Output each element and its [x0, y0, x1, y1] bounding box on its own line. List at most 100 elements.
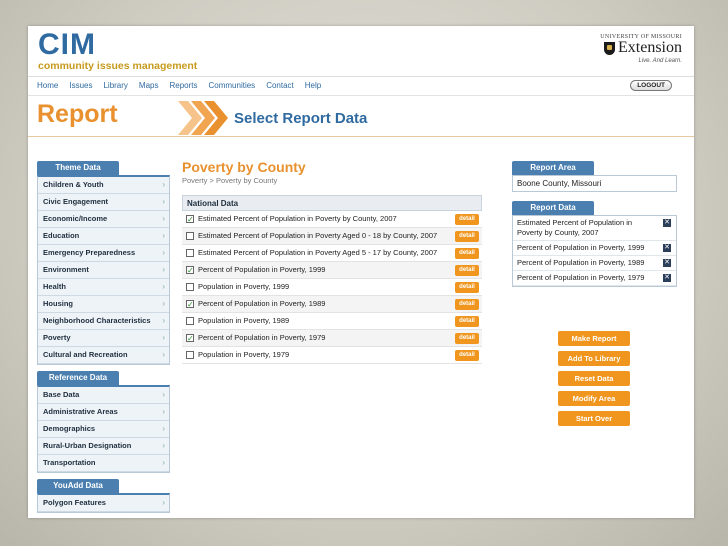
right-panel: Report Area Boone County, Missouri Repor… [512, 161, 677, 426]
reference-data-header: Reference Data [37, 371, 119, 385]
reference-item[interactable]: Transportation › [38, 455, 169, 472]
chevron-right-icon: › [162, 265, 165, 274]
detail-button[interactable]: detail [455, 248, 479, 259]
chevron-right-icon: › [162, 197, 165, 206]
detail-button[interactable]: detail [455, 231, 479, 242]
chevron-right-icon: › [162, 282, 165, 291]
chevron-arrows-icon [178, 101, 228, 135]
youadd-item-label: Polygon Features [43, 498, 106, 507]
reference-item-label: Transportation [43, 458, 96, 467]
dataset-checkbox[interactable]: ✓ [186, 334, 194, 343]
add-to-library-button[interactable]: Add To Library [558, 351, 630, 366]
report-area-value[interactable]: Boone County, Missouri [512, 175, 677, 192]
theme-item-label: Cultural and Recreation [43, 350, 128, 359]
dataset-title: Poverty by County [182, 159, 306, 175]
table-row: ✓ Percent of Population in Poverty, 1989 d… [182, 296, 482, 313]
page-title: Report [37, 100, 118, 128]
start-over-button[interactable]: Start Over [558, 411, 630, 426]
detail-button[interactable]: detail [455, 299, 479, 310]
youadd-data-list: Polygon Features › [37, 493, 170, 513]
remove-icon[interactable]: ✕ [663, 219, 671, 227]
youadd-item[interactable]: Polygon Features › [38, 495, 169, 512]
reference-item[interactable]: Administrative Areas › [38, 404, 169, 421]
theme-item[interactable]: Civic Engagement › [38, 194, 169, 211]
dataset-checkbox[interactable] [186, 283, 194, 291]
theme-item[interactable]: Education › [38, 228, 169, 245]
theme-item[interactable]: Neighborhood Characteristics › [38, 313, 169, 330]
detail-button[interactable]: detail [455, 265, 479, 276]
nav-list: Home Issues Library Maps Reports Communities C… [37, 81, 332, 90]
theme-item[interactable]: Poverty › [38, 330, 169, 347]
detail-button[interactable]: detail [455, 214, 479, 225]
cim-logo[interactable]: CIM community issues management [38, 28, 197, 73]
step-title: Select Report Data [234, 110, 368, 127]
dataset-label: Percent of Population in Poverty, 1979 [198, 333, 326, 342]
reference-item[interactable]: Rural-Urban Designation › [38, 438, 169, 455]
nav-link-reports[interactable]: Reports [169, 81, 197, 90]
reference-item-label: Base Data [43, 390, 80, 399]
theme-item[interactable]: Health › [38, 279, 169, 296]
dataset-checkbox[interactable] [186, 232, 194, 240]
chevron-right-icon: › [162, 299, 165, 308]
theme-item-label: Civic Engagement [43, 197, 109, 206]
theme-item[interactable]: Environment › [38, 262, 169, 279]
dataset-label: Estimated Percent of Population in Pover… [198, 248, 438, 257]
make-report-button[interactable]: Make Report [558, 331, 630, 346]
dataset-label: Percent of Population in Poverty, 1999 [198, 265, 326, 274]
reference-data-list: Base Data › Administrative Areas › Demograph… [37, 385, 170, 473]
dataset-label: Estimated Percent of Population in Pover… [198, 214, 397, 223]
detail-button[interactable]: detail [455, 333, 479, 344]
chevron-right-icon: › [162, 424, 165, 433]
detail-button[interactable]: detail [455, 350, 479, 361]
nav-link-home[interactable]: Home [37, 81, 58, 90]
data-rows: ✓ Estimated Percent of Population in Pove… [182, 211, 482, 364]
chevron-right-icon: › [162, 231, 165, 240]
theme-item[interactable]: Cultural and Recreation › [38, 347, 169, 364]
report-data-label: Percent of Population in Poverty, 1979 [517, 273, 645, 282]
detail-button[interactable]: detail [455, 316, 479, 327]
report-data-label: Percent of Population in Poverty, 1989 [517, 258, 645, 267]
nav-link-communities[interactable]: Communities [209, 81, 256, 90]
chevron-right-icon: › [162, 498, 165, 507]
reset-data-button[interactable]: Reset Data [558, 371, 630, 386]
nav-link-library[interactable]: Library [103, 81, 127, 90]
theme-item[interactable]: Children & Youth › [38, 177, 169, 194]
theme-item-label: Environment [43, 265, 89, 274]
theme-item-label: Health [43, 282, 66, 291]
dataset-label: Population in Poverty, 1989 [198, 316, 290, 325]
theme-item[interactable]: Economic/Income › [38, 211, 169, 228]
dataset-checkbox[interactable]: ✓ [186, 215, 194, 224]
reference-item[interactable]: Base Data › [38, 387, 169, 404]
nav-link-issues[interactable]: Issues [69, 81, 92, 90]
remove-icon[interactable]: ✕ [663, 259, 671, 267]
main-content: Poverty by County Poverty > Poverty by C… [182, 159, 482, 364]
dataset-checkbox[interactable] [186, 249, 194, 257]
table-row: Estimated Percent of Population in Pover… [182, 228, 482, 245]
dataset-checkbox[interactable]: ✓ [186, 266, 194, 275]
modify-area-button[interactable]: Modify Area [558, 391, 630, 406]
detail-button[interactable]: detail [455, 282, 479, 293]
national-data-panel: National Data ✓ Estimated Percent of Popu… [182, 195, 482, 364]
dataset-checkbox[interactable]: ✓ [186, 300, 194, 309]
reference-item-label: Administrative Areas [43, 407, 118, 416]
theme-data-group: Theme Data Children & Youth › Civic Engage… [37, 161, 170, 365]
table-row: Estimated Percent of Population in Pover… [182, 245, 482, 262]
remove-icon[interactable]: ✕ [663, 244, 671, 252]
chevron-right-icon: › [162, 441, 165, 450]
theme-item[interactable]: Housing › [38, 296, 169, 313]
reference-item[interactable]: Demographics › [38, 421, 169, 438]
nav-link-contact[interactable]: Contact [266, 81, 294, 90]
theme-item[interactable]: Emergency Preparedness › [38, 245, 169, 262]
brand-name: CIM [38, 28, 96, 61]
remove-icon[interactable]: ✕ [663, 274, 671, 282]
theme-data-header: Theme Data [37, 161, 119, 175]
nav-link-maps[interactable]: Maps [139, 81, 159, 90]
logout-button[interactable]: LOGOUT [630, 80, 672, 91]
chevron-right-icon: › [162, 248, 165, 257]
report-data-item: Estimated Percent of Population in Pover… [513, 216, 676, 241]
dataset-checkbox[interactable] [186, 351, 194, 359]
dataset-checkbox[interactable] [186, 317, 194, 325]
chevron-right-icon: › [162, 214, 165, 223]
chevron-right-icon: › [162, 407, 165, 416]
nav-link-help[interactable]: Help [305, 81, 321, 90]
